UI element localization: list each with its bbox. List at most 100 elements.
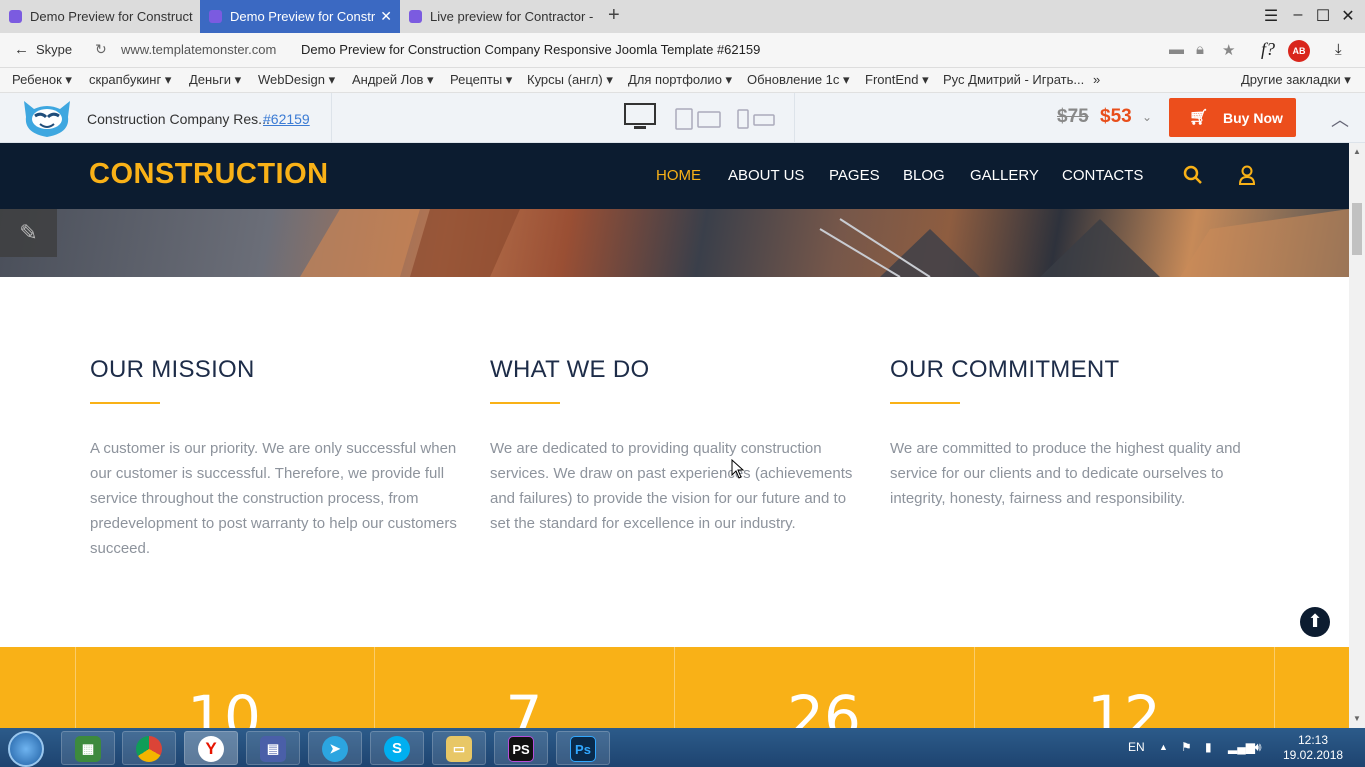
counter-divider — [674, 647, 675, 728]
title-underline — [490, 402, 560, 404]
adblock-icon[interactable]: AB — [1288, 40, 1310, 62]
lock-icon[interactable]: 🔒︎ — [1196, 41, 1204, 58]
browser-tab-1[interactable]: Demo Preview for Construct — [0, 0, 200, 33]
clock-time: 12:13 — [1297, 733, 1329, 747]
counter-value: 12 — [1087, 683, 1161, 728]
chevron-down-icon[interactable]: ⌄ — [1142, 110, 1152, 124]
search-icon[interactable] — [1183, 165, 1203, 185]
site-logo[interactable]: CONSTRUCTION — [89, 158, 329, 191]
mission-column: OUR MISSION A customer is our priority. … — [90, 356, 460, 561]
bookmark-folder[interactable]: Для портфолио ▾ — [628, 72, 732, 88]
back-arrow-icon[interactable]: ← — [14, 41, 29, 58]
scroll-up-arrow-icon[interactable]: ▲ — [1353, 147, 1361, 156]
taskbar-app-photoshop[interactable]: Ps — [556, 731, 610, 765]
star-icon[interactable]: ★ — [1222, 41, 1235, 59]
nav-gallery[interactable]: GALLERY — [970, 167, 1039, 184]
template-monster-logo-icon[interactable] — [20, 97, 74, 139]
column-title: OUR COMMITMENT — [890, 356, 1120, 383]
nav-home[interactable]: HOME — [656, 167, 701, 184]
reload-icon[interactable]: ↻ — [95, 41, 107, 58]
scroll-down-arrow-icon[interactable]: ▼ — [1353, 714, 1361, 723]
browser-tab-3[interactable]: Live preview for Contractor - — [400, 0, 598, 33]
start-button-icon[interactable] — [8, 731, 44, 767]
taskbar-app-explorer[interactable]: ▭ — [432, 731, 486, 765]
counter-divider — [974, 647, 975, 728]
bookmark-folder[interactable]: Обновление 1с ▾ — [747, 72, 850, 88]
skype-label[interactable]: Skype — [36, 42, 72, 57]
other-bookmarks[interactable]: Другие закладки ▾ — [1241, 72, 1351, 88]
bookmark-item[interactable]: Рус Дмитрий - Играть... — [943, 72, 1084, 87]
title-underline — [90, 402, 160, 404]
nav-contacts[interactable]: CONTACTS — [1062, 167, 1143, 184]
bookmark-folder[interactable]: WebDesign ▾ — [258, 72, 335, 88]
counter-divider — [374, 647, 375, 728]
nav-about-us[interactable]: ABOUT US — [728, 167, 804, 184]
page-scrollbar[interactable]: ▲ ▼ — [1349, 143, 1365, 728]
phone-portrait-view-icon[interactable] — [737, 109, 749, 129]
edit-pencil-icon[interactable]: ✎ — [0, 209, 57, 257]
user-icon[interactable] — [1238, 165, 1256, 185]
taskbar-app-chrome[interactable] — [122, 731, 176, 765]
phone-landscape-view-icon[interactable] — [753, 114, 775, 126]
close-window-icon[interactable]: ✕ — [1338, 6, 1358, 26]
bookmark-folder[interactable]: Ребенок ▾ — [12, 72, 72, 88]
photoshop-icon: Ps — [570, 736, 596, 762]
template-name: Construction Company Res... — [87, 111, 270, 127]
tablet-landscape-view-icon[interactable] — [697, 111, 721, 129]
bookmark-folder[interactable]: Деньги ▾ — [189, 72, 241, 88]
tablet-portrait-view-icon[interactable] — [675, 108, 693, 130]
menu-icon[interactable]: ☰ — [1261, 6, 1281, 26]
back-to-top-button[interactable]: ⬆ — [1300, 607, 1330, 637]
windows-taskbar: ▦ Y ▤ ➤ S ▭ PS Ps EN ▲ ⚑ ▮ ▂▄▆ 🔊︎ 12:13 … — [0, 728, 1365, 767]
bookmark-folder[interactable]: скрапбукинг ▾ — [89, 72, 171, 88]
scrollbar-thumb[interactable] — [1352, 203, 1362, 255]
comment-icon[interactable]: ▬ — [1169, 41, 1184, 58]
taskbar-app-telegram[interactable]: ➤ — [308, 731, 362, 765]
counter-divider — [75, 647, 76, 728]
bookmark-folder[interactable]: Курсы (англ) ▾ — [527, 72, 613, 88]
bookmark-folder[interactable]: FrontEnd ▾ — [865, 72, 929, 88]
nav-pages[interactable]: PAGES — [829, 167, 880, 184]
desktop-view-icon[interactable] — [624, 103, 656, 131]
close-tab-icon[interactable]: ✕ — [380, 0, 392, 33]
battery-icon[interactable]: ▮ — [1205, 740, 1212, 754]
fx-extension-icon[interactable]: f? — [1261, 39, 1275, 60]
sale-price[interactable]: $53 — [1100, 106, 1132, 128]
nav-blog[interactable]: BLOG — [903, 167, 945, 184]
chevron-up-icon[interactable]: ︿ — [1331, 106, 1349, 132]
url-page-title[interactable]: Demo Preview for Construction Company Re… — [301, 42, 760, 57]
minimize-icon[interactable]: – — [1288, 6, 1308, 24]
download-icon[interactable]: ⤓ — [1335, 41, 1342, 58]
buy-now-label: Buy Now — [1223, 110, 1283, 126]
template-monster-favicon-icon — [409, 10, 422, 23]
bookmark-folder[interactable]: Рецепты ▾ — [450, 72, 512, 88]
telegram-icon: ➤ — [322, 736, 348, 762]
bookmark-folder[interactable]: Андрей Лов ▾ — [352, 72, 434, 88]
system-clock[interactable]: 12:13 19.02.2018 — [1283, 733, 1343, 763]
url-domain[interactable]: www.templatemonster.com — [121, 42, 276, 57]
taskbar-app-puzzle[interactable]: ▦ — [61, 731, 115, 765]
action-center-flag-icon[interactable]: ⚑ — [1181, 740, 1192, 754]
maximize-icon[interactable]: ☐ — [1313, 6, 1333, 26]
taskbar-app-skype[interactable]: S — [370, 731, 424, 765]
taskbar-app-floppy[interactable]: ▤ — [246, 731, 300, 765]
counter-value: 26 — [787, 683, 861, 728]
floppy-disk-icon: ▤ — [260, 736, 286, 762]
tray-expand-icon[interactable]: ▲ — [1159, 742, 1168, 752]
template-id-link[interactable]: #62159 — [263, 111, 310, 127]
taskbar-app-phpstorm[interactable]: PS — [494, 731, 548, 765]
column-title: OUR MISSION — [90, 356, 255, 383]
commitment-column: OUR COMMITMENT We are committed to produ… — [890, 356, 1260, 511]
new-tab-button[interactable]: + — [608, 4, 620, 27]
language-indicator[interactable]: EN — [1128, 740, 1145, 754]
taskbar-app-yandex[interactable]: Y — [184, 731, 238, 765]
browser-tab-2[interactable]: Demo Preview for Constr ✕ — [200, 0, 400, 33]
bookmarks-overflow-chevron[interactable]: » — [1093, 72, 1100, 87]
template-monster-favicon-icon — [9, 10, 22, 23]
phpstorm-icon: PS — [508, 736, 534, 762]
volume-icon[interactable]: 🔊︎ — [1254, 740, 1262, 755]
divider — [331, 93, 332, 143]
network-signal-icon[interactable]: ▂▄▆ — [1228, 740, 1255, 754]
buy-now-button[interactable]: 🛒︎ Buy Now — [1169, 98, 1296, 137]
column-text: We are committed to produce the highest … — [890, 440, 1241, 507]
